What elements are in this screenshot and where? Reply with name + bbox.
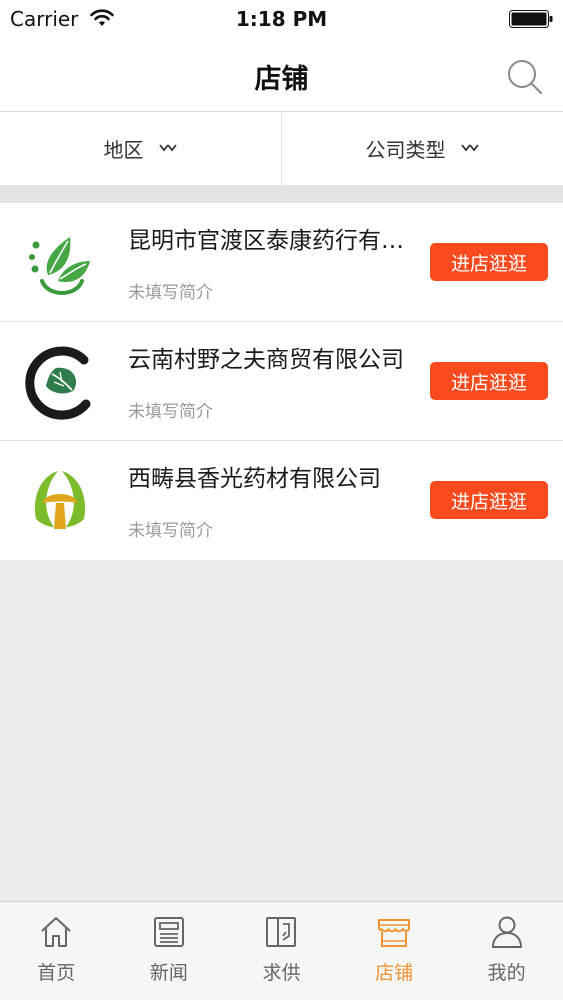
filter-region-label: 地区 xyxy=(103,138,144,162)
store-row[interactable]: 西畴县香光药材有限公司 未填写简介 进店逛逛 xyxy=(0,441,563,560)
tab-bar: 首页 新闻 求供 店铺 我的 xyxy=(0,901,563,1000)
tab-news-label: 新闻 xyxy=(149,962,188,984)
filter-bar: 地区 公司类型 xyxy=(0,112,563,185)
leaf-logo-icon xyxy=(29,237,90,295)
tab-profile[interactable]: 我的 xyxy=(450,902,563,1000)
store-name: 昆明市官渡区泰康药行有限公司 xyxy=(128,228,408,254)
store-name: 西畴县香光药材有限公司 xyxy=(128,466,381,492)
supply-icon xyxy=(266,917,297,947)
navigation-bar: 店铺 xyxy=(0,38,563,112)
tab-store[interactable]: 店铺 xyxy=(338,902,451,1000)
visit-store-button[interactable]: 进店逛逛 xyxy=(430,362,548,400)
profile-icon xyxy=(491,916,522,948)
tab-store-label: 店铺 xyxy=(375,962,414,984)
tab-supply[interactable]: 求供 xyxy=(225,902,338,1000)
page-title: 店铺 xyxy=(254,64,309,95)
filter-region[interactable]: 地区 xyxy=(0,112,281,185)
visit-store-button[interactable]: 进店逛逛 xyxy=(430,243,548,281)
store-row[interactable]: 昆明市官渡区泰康药行有限公司 未填写简介 进店逛逛 xyxy=(0,203,563,322)
mushroom-logo-icon xyxy=(34,471,86,529)
filter-company-type-label: 公司类型 xyxy=(365,138,446,162)
section-divider xyxy=(0,185,563,203)
chevron-down-icon xyxy=(460,143,479,151)
search-icon[interactable] xyxy=(506,58,544,96)
home-icon xyxy=(41,917,71,947)
status-time: 1:18 PM xyxy=(235,7,328,31)
store-description: 未填写简介 xyxy=(128,402,213,422)
filter-company-type[interactable]: 公司类型 xyxy=(281,112,563,185)
tab-news[interactable]: 新闻 xyxy=(113,902,226,1000)
store-icon xyxy=(378,919,411,947)
tab-supply-label: 求供 xyxy=(262,962,301,984)
battery-icon xyxy=(509,10,553,28)
tab-profile-label: 我的 xyxy=(487,962,526,984)
store-name: 云南村野之夫商贸有限公司 xyxy=(128,347,404,373)
store-list: 昆明市官渡区泰康药行有限公司 未填写简介 进店逛逛 云南村野之夫商贸有限公司 未… xyxy=(0,203,563,560)
news-icon xyxy=(153,917,184,947)
tab-home[interactable]: 首页 xyxy=(0,902,113,1000)
circle-leaf-logo-icon xyxy=(25,346,91,420)
store-description: 未填写简介 xyxy=(128,283,213,303)
chevron-down-icon xyxy=(158,143,177,151)
tab-home-label: 首页 xyxy=(37,962,76,984)
status-bar: Carrier 1:18 PM xyxy=(0,0,563,38)
visit-store-button[interactable]: 进店逛逛 xyxy=(430,481,548,519)
store-row[interactable]: 云南村野之夫商贸有限公司 未填写简介 进店逛逛 xyxy=(0,322,563,441)
store-description: 未填写简介 xyxy=(128,521,213,541)
